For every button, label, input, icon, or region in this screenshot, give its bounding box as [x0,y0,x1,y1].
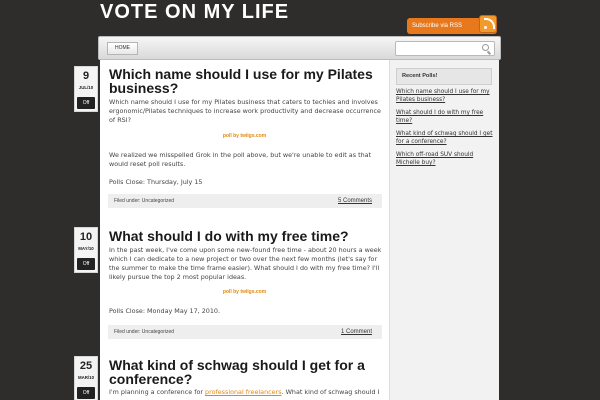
date-day: 25 [79,360,93,372]
subscribe-rss-button[interactable]: Subscribe via RSS [407,15,497,34]
post-footer: Filed under: Uncategorized 1 Comment [108,325,382,339]
post-note: We realized we misspelled Grok in the po… [109,151,372,168]
post-footer: Filed under: Uncategorized 5 Comments [108,194,382,208]
date-day: 10 [79,231,93,243]
comments-link[interactable]: 5 Comments [338,194,372,208]
date-month: MAY/10 [78,246,94,251]
professional-freelancers-link[interactable]: professional freelancers [205,388,282,396]
post-date: 10 MAY/10 Off [74,227,98,273]
main-content: Which name should I use for my Pilates b… [100,60,389,400]
rss-icon [479,15,497,33]
recent-poll-link[interactable]: Which name should I use for my Pilates b… [396,87,494,108]
site-title[interactable]: VOTE ON MY LIFE [100,0,289,24]
date-month: MAR/10 [77,375,95,380]
date-month: JUL/10 [78,85,94,90]
recent-poll-link[interactable]: What kind of schwag should I get for a c… [396,129,494,150]
navigation-bar: HOME [98,36,501,60]
category-link[interactable]: Uncategorized [142,198,174,204]
comments-off-badge: Off [77,387,95,399]
comments-off-badge: Off [77,97,95,109]
comments-link[interactable]: 1 Comment [341,325,372,339]
date-day: 9 [82,70,90,82]
poll-credit-link[interactable]: poll by twiigs.com [100,133,389,139]
recent-polls-list: Which name should I use for my Pilates b… [396,87,494,171]
post-date: 25 MAR/10 Off [74,356,98,400]
search-input[interactable] [395,41,495,56]
search-icon[interactable] [482,44,489,51]
recent-poll-link[interactable]: What should I do with my free time? [396,108,494,129]
post-title-link[interactable]: What should I do with my free time? [109,229,381,243]
poll-close-date: Polls Close: Thursday, July 15 [109,178,203,186]
post-excerpt-end: . What kind of schwag should I [281,388,380,396]
category-link[interactable]: Uncategorized [142,329,174,335]
post-title-link[interactable]: Which name should I use for my Pilates b… [109,67,381,95]
recent-poll-link[interactable]: Which off-road SUV should Michelle buy? [396,150,494,171]
post-date: 9 JUL/10 Off [74,66,98,112]
recent-polls-heading: Recent Polls! [396,68,492,85]
poll-close-date: Polls Close: Monday May 17, 2010. [109,307,221,315]
post-excerpt: In the past week, I've come upon some ne… [109,246,382,281]
post-excerpt-start: I'm planning a conference for [109,388,206,396]
poll-credit-link[interactable]: poll by twiigs.com [100,289,389,295]
post-excerpt: I'm planning a conference for profession… [109,388,383,397]
post-title-link[interactable]: What kind of schwag should I get for a c… [109,358,381,386]
subscribe-rss-label: Subscribe via RSS [412,23,463,29]
filed-under-label: Filed under: [114,329,141,335]
filed-under-label: Filed under: [114,198,141,204]
comments-off-badge: Off [77,258,95,270]
nav-home-button[interactable]: HOME [107,42,138,55]
post-excerpt: Which name should I use for my Pilates b… [109,98,381,124]
